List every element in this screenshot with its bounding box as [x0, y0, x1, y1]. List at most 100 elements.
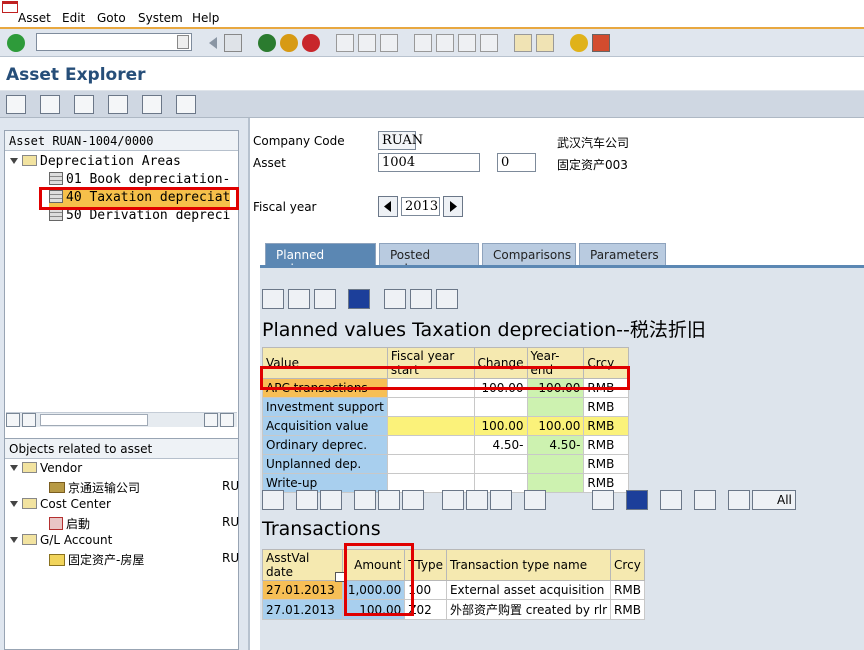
expand-icon[interactable]: [10, 537, 18, 543]
previous-year-button[interactable]: [378, 196, 398, 217]
print-icon[interactable]: [336, 34, 354, 52]
asset-subnumber-field[interactable]: 0: [497, 153, 536, 172]
change-cell: 100.00: [473, 416, 528, 436]
scroll-right-icon[interactable]: [22, 413, 36, 427]
tree-node-cost-center[interactable]: Cost Center: [10, 497, 111, 515]
menu-goto[interactable]: Goto: [97, 11, 126, 25]
details-icon[interactable]: [262, 289, 284, 309]
table-row[interactable]: Ordinary deprec. 4.50- 4.50- RMB: [262, 435, 629, 455]
enter-icon[interactable]: [7, 34, 25, 52]
col-transaction-type-name[interactable]: Transaction type name: [445, 549, 612, 581]
save-icon[interactable]: [224, 34, 242, 52]
next-page-icon[interactable]: [458, 34, 476, 52]
tree-item-gl-account[interactable]: 固定资产-房屋: [49, 551, 144, 569]
list-icon[interactable]: [176, 95, 196, 114]
tree-node-vendor[interactable]: Vendor: [10, 461, 82, 479]
tab-planned-values[interactable]: Planned values: [265, 243, 376, 276]
subtotal-icon[interactable]: [378, 490, 400, 510]
last-page-icon[interactable]: [480, 34, 498, 52]
archive-icon[interactable]: [694, 490, 716, 510]
back-icon[interactable]: [258, 34, 276, 52]
show-all-button[interactable]: All: [752, 490, 796, 510]
change-icon[interactable]: [74, 95, 94, 114]
expand-icon[interactable]: [10, 465, 18, 471]
menu-system[interactable]: System: [138, 11, 183, 25]
company-name: 武汉汽车公司: [557, 136, 630, 150]
scroll-right-end-icon[interactable]: [220, 413, 234, 427]
spreadsheet-icon[interactable]: [490, 490, 512, 510]
tab-posted-values[interactable]: Posted values: [379, 243, 479, 276]
tree-node-gl-account[interactable]: G/L Account: [10, 533, 112, 551]
switch-icon[interactable]: [108, 95, 128, 114]
new-session-icon[interactable]: [514, 34, 532, 52]
print-preview-icon[interactable]: [442, 490, 464, 510]
help-icon[interactable]: [570, 34, 588, 52]
tree-item-area-50[interactable]: 50 Derivation depreci: [49, 208, 230, 226]
menu-help[interactable]: Help: [192, 11, 219, 25]
change-cell: [473, 397, 528, 417]
tree-node-depreciation-areas[interactable]: Depreciation Areas: [10, 154, 181, 172]
command-field[interactable]: [36, 33, 192, 51]
menu-edit[interactable]: Edit: [62, 11, 85, 25]
expand-icon[interactable]: [10, 158, 18, 164]
table-row[interactable]: Investment support RMB: [262, 397, 629, 417]
find-icon[interactable]: [358, 34, 376, 52]
back-arrow-icon[interactable]: [204, 34, 222, 52]
tree-item-vendor[interactable]: 京通运输公司: [49, 479, 140, 497]
command-dropdown-icon[interactable]: [177, 35, 189, 49]
sort-ascending-icon[interactable]: [296, 490, 318, 510]
previous-page-icon[interactable]: [436, 34, 454, 52]
display-icon[interactable]: [40, 95, 60, 114]
fiscal-year-start-cell: [386, 416, 475, 436]
sum-icon[interactable]: [354, 490, 376, 510]
scroll-left-end-icon[interactable]: [204, 413, 218, 427]
gl-account-code: RU: [222, 551, 240, 565]
first-page-icon[interactable]: [414, 34, 432, 52]
exit-icon[interactable]: [280, 34, 298, 52]
folder-icon: [22, 155, 37, 166]
navigation-pane: Asset RUAN-1004/0000 Depreciation Areas …: [0, 118, 248, 650]
col-asstval-date[interactable]: AsstVal date: [262, 549, 343, 581]
document-icon[interactable]: [660, 490, 682, 510]
notes-icon[interactable]: [436, 289, 458, 309]
expand-icon[interactable]: [10, 501, 18, 507]
grid-icon[interactable]: [410, 289, 432, 309]
cancel-icon[interactable]: [302, 34, 320, 52]
info-icon[interactable]: [626, 490, 648, 510]
date-cell: 27.01.2013: [262, 580, 343, 600]
crcy-cell: RMB: [583, 454, 629, 474]
tree-horizontal-scrollbar[interactable]: [6, 412, 237, 427]
find-next-icon[interactable]: [380, 34, 398, 52]
table-row[interactable]: Unplanned dep. RMB: [262, 454, 629, 474]
filter-icon[interactable]: [320, 490, 342, 510]
shortcut-icon[interactable]: [536, 34, 554, 52]
highlight-box: [39, 187, 239, 210]
export-icon[interactable]: [466, 490, 488, 510]
scroll-thumb[interactable]: [40, 414, 148, 426]
percent-icon[interactable]: [402, 490, 424, 510]
info-icon[interactable]: [348, 289, 370, 309]
refresh-icon[interactable]: [6, 95, 26, 114]
table-row[interactable]: 27.01.2013 1,000.00 100 External asset a…: [262, 580, 645, 600]
table-row[interactable]: 27.01.2013 100.00 Z02 外部资产购置 created by …: [262, 599, 645, 620]
scroll-left-icon[interactable]: [6, 413, 20, 427]
print-preview-icon[interactable]: [288, 289, 310, 309]
tree-item-cost-center[interactable]: 启動: [49, 515, 90, 533]
overview-icon[interactable]: [142, 95, 162, 114]
fiscal-year-field[interactable]: 2013: [401, 197, 440, 216]
col-crcy[interactable]: Crcy: [610, 549, 645, 581]
export-icon[interactable]: [314, 289, 336, 309]
calculator-icon[interactable]: [384, 289, 406, 309]
layout-menu-icon[interactable]: [592, 34, 610, 52]
expand-icon[interactable]: [728, 490, 750, 510]
menu-asset[interactable]: Asset: [18, 11, 51, 25]
layout-icon[interactable]: [524, 490, 546, 510]
tab-comparisons[interactable]: Comparisons: [482, 243, 576, 265]
crcy-cell: RMB: [610, 599, 645, 620]
table-row[interactable]: Acquisition value 100.00 100.00 RMB: [262, 416, 629, 436]
chart-icon[interactable]: [592, 490, 614, 510]
tab-parameters[interactable]: Parameters: [579, 243, 666, 265]
details-icon[interactable]: [262, 490, 284, 510]
asset-number-field[interactable]: 1004: [378, 153, 480, 172]
next-year-button[interactable]: [443, 196, 463, 217]
